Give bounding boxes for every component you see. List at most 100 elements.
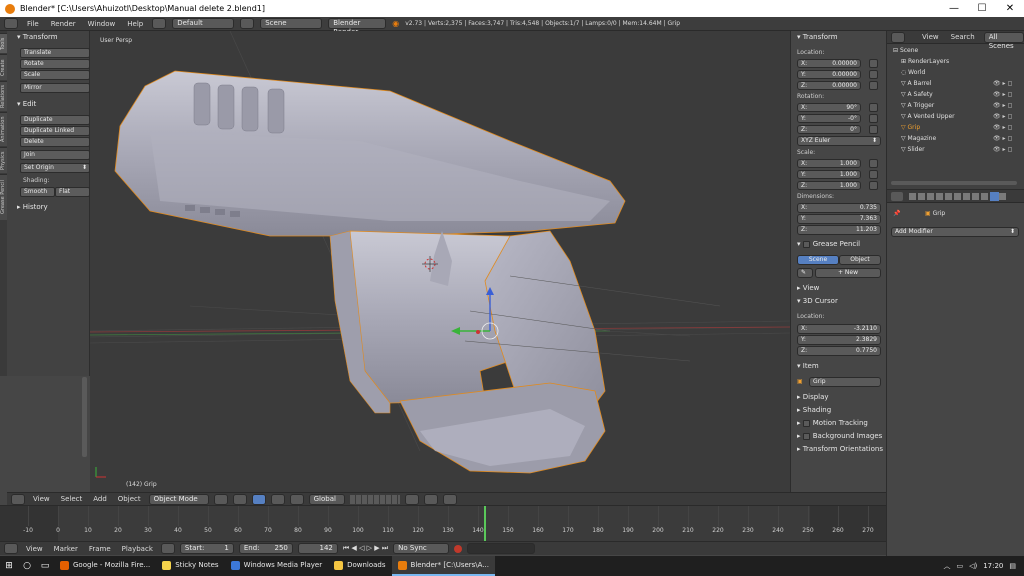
outliner-menu-search[interactable]: Search <box>948 33 978 41</box>
taskbar-app-downloads[interactable]: Downloads <box>328 556 391 576</box>
outliner-row-scene[interactable]: ⊟ Scene <box>893 47 918 54</box>
menu-file[interactable]: File <box>24 20 42 28</box>
search-icon[interactable]: ○ <box>18 556 36 576</box>
taskbar-app-media-player[interactable]: Windows Media Player <box>225 556 329 576</box>
delete-button[interactable]: Delete <box>20 137 90 147</box>
3d-viewport[interactable]: User Persp (142) Grip <box>90 31 790 492</box>
rotation-x-field[interactable]: X: 90° <box>797 103 861 112</box>
scene-icon[interactable] <box>240 18 255 29</box>
location-z-field[interactable]: Z: 0.00000 <box>797 81 861 90</box>
np-3d-cursor-head[interactable]: ▾ 3D Cursor <box>797 297 838 305</box>
pin-icon[interactable]: 📌 <box>893 210 900 217</box>
layer-buttons[interactable] <box>349 494 400 504</box>
tl-menu-playback[interactable]: Playback <box>119 545 156 553</box>
np-grease-pencil-head[interactable]: ▾ Grease Pencil <box>797 240 860 248</box>
np-shading-head[interactable]: ▸ Shading <box>797 406 831 414</box>
end-frame-field[interactable]: End: 250 <box>238 543 293 554</box>
dimension-y-field[interactable]: Y: 7.363 <box>797 214 881 224</box>
gp-pencil-icon[interactable]: ✎ <box>797 268 813 278</box>
taskbar-app-sticky-notes[interactable]: Sticky Notes <box>156 556 224 576</box>
cursor-x-field[interactable]: X: -3.2110 <box>797 324 881 334</box>
editor-type-icon[interactable] <box>11 493 25 505</box>
scene-selector[interactable]: Scene <box>260 18 323 29</box>
rotation-y-field[interactable]: Y: -0° <box>797 114 861 123</box>
tool-shelf-scrollbar[interactable] <box>82 377 87 457</box>
vp-menu-select[interactable]: Select <box>58 495 86 503</box>
timeline[interactable]: -10 0 10 20 30 40 50 60 70 80 90 100 110 120 130 140 150… <box>0 505 886 541</box>
lock-icon[interactable] <box>869 70 878 79</box>
viewport-shading-icon[interactable] <box>213 493 228 505</box>
tab-grease-pencil[interactable]: Grease Pencil <box>0 174 7 220</box>
properties-tab-icons[interactable] <box>887 190 1024 203</box>
dimension-x-field[interactable]: X: 0.735 <box>797 203 881 213</box>
lock-icon[interactable] <box>869 170 878 179</box>
cursor-z-field[interactable]: Z: 0.7750 <box>797 346 881 356</box>
outliner-filter-dropdown[interactable]: All Scenes <box>983 31 1024 50</box>
np-item-head[interactable]: ▾ Item <box>797 362 819 370</box>
outliner-row-object[interactable]: ▽ Magazine <box>901 135 936 142</box>
rotation-mode-dropdown[interactable]: XYZ Euler ⬍ <box>797 136 881 146</box>
volume-icon[interactable]: ◁) <box>969 562 977 570</box>
snap-icon[interactable] <box>404 493 419 505</box>
visibility-eye-icon[interactable]: 👁 ▸ ◻ <box>993 124 1012 131</box>
manipulator-translate-icon[interactable] <box>251 493 266 505</box>
location-x-field[interactable]: X: 0.00000 <box>797 59 861 68</box>
close-button[interactable]: ✕ <box>996 3 1024 14</box>
keying-set-field[interactable] <box>467 543 536 554</box>
clock[interactable]: 17:20 <box>983 562 1003 570</box>
cursor-y-field[interactable]: Y: 2.3829 <box>797 335 881 345</box>
preview-range-icon[interactable] <box>160 543 175 554</box>
duplicate-button[interactable]: Duplicate <box>20 115 90 125</box>
lock-icon[interactable] <box>869 181 878 190</box>
vp-menu-view[interactable]: View <box>30 495 53 503</box>
visibility-eye-icon[interactable]: 👁 ▸ ◻ <box>993 102 1012 109</box>
visibility-eye-icon[interactable]: 👁 ▸ ◻ <box>993 80 1012 87</box>
panel-transform-head[interactable]: ▾ Transform <box>17 33 58 41</box>
current-frame-cursor[interactable] <box>484 506 486 541</box>
np-motion-tracking-head[interactable]: ▸ Motion Tracking <box>797 419 868 427</box>
lock-icon[interactable] <box>869 159 878 168</box>
tab-physics[interactable]: Physics <box>0 147 7 173</box>
network-icon[interactable]: ▭ <box>956 562 963 570</box>
render-preview-icon[interactable] <box>442 493 457 505</box>
rotate-button[interactable]: Rotate <box>20 59 90 69</box>
rotation-z-field[interactable]: Z: 0° <box>797 125 861 134</box>
location-y-field[interactable]: Y: 0.00000 <box>797 70 861 79</box>
outliner-row-renderlayers[interactable]: ⊞ RenderLayers <box>901 58 949 65</box>
add-modifier-dropdown[interactable]: Add Modifier ⬍ <box>891 227 1019 237</box>
vp-menu-object[interactable]: Object <box>115 495 144 503</box>
lock-icon[interactable] <box>869 103 878 112</box>
editor-type-icon[interactable] <box>4 543 18 554</box>
dimension-z-field[interactable]: Z: 11.203 <box>797 225 881 235</box>
layout-selector[interactable]: Default <box>172 18 235 29</box>
lock-icon[interactable] <box>869 59 878 68</box>
outliner-scrollbar[interactable] <box>891 181 1017 185</box>
visibility-eye-icon[interactable]: 👁 ▸ ◻ <box>993 146 1012 153</box>
gp-scene-toggle[interactable]: Scene <box>797 255 839 265</box>
notifications-icon[interactable]: ▤ <box>1009 562 1016 570</box>
start-icon[interactable]: ⊞ <box>0 556 18 576</box>
visibility-eye-icon[interactable]: 👁 ▸ ◻ <box>993 91 1012 98</box>
scale-y-field[interactable]: Y: 1.000 <box>797 170 861 179</box>
panel-edit-head[interactable]: ▾ Edit <box>17 100 36 108</box>
outliner-row-object[interactable]: ▽ Slider <box>901 146 925 153</box>
scale-button[interactable]: Scale <box>20 70 90 80</box>
mode-dropdown[interactable]: Object Mode <box>148 493 209 505</box>
render-engine-selector[interactable]: Blender Render <box>328 18 387 36</box>
tl-menu-frame[interactable]: Frame <box>86 545 114 553</box>
tab-relations[interactable]: Relations <box>0 81 7 111</box>
tray-chevron-icon[interactable]: ︿ <box>943 561 950 571</box>
duplicate-linked-button[interactable]: Duplicate Linked <box>20 126 90 136</box>
translate-button[interactable]: Translate <box>20 48 90 58</box>
np-transform-head[interactable]: ▾ Transform <box>797 33 838 41</box>
outliner-menu-view[interactable]: View <box>919 33 942 41</box>
taskbar-app-firefox[interactable]: Google - Mozilla Fire... <box>54 556 156 576</box>
minimize-button[interactable]: — <box>940 3 968 14</box>
lock-icon[interactable] <box>869 125 878 134</box>
playback-controls[interactable]: ⏮ ◀ ◁ ▷ ▶ ⏭ <box>343 544 388 553</box>
sync-mode-dropdown[interactable]: No Sync <box>393 543 450 554</box>
np-display-head[interactable]: ▸ Display <box>797 393 829 401</box>
np-transform-orientations-head[interactable]: ▸ Transform Orientations <box>797 445 883 453</box>
editor-type-icon[interactable] <box>891 31 905 43</box>
tl-menu-marker[interactable]: Marker <box>51 545 81 553</box>
